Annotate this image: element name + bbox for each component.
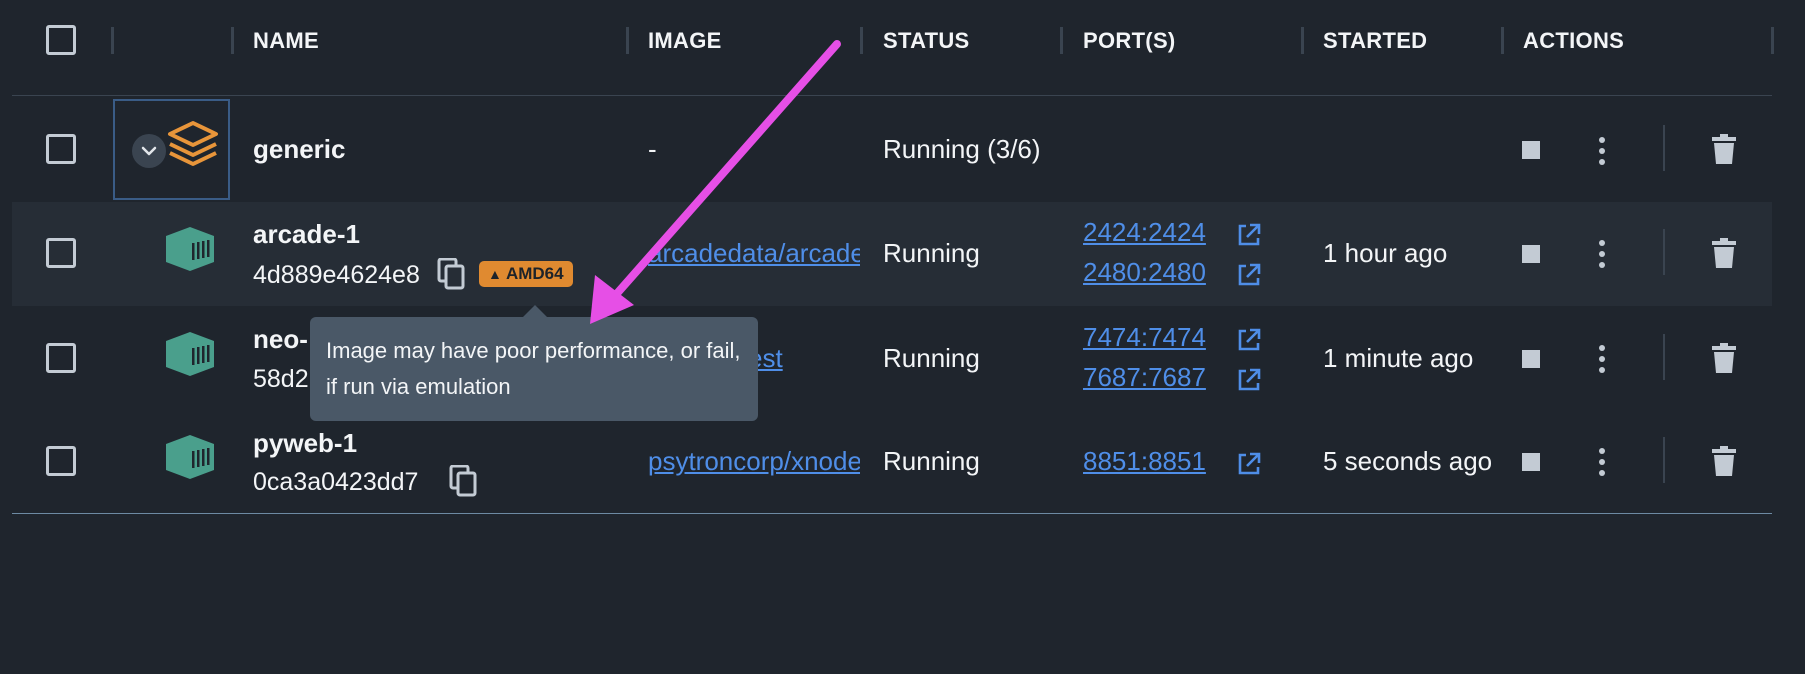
annotation-arrow xyxy=(590,40,841,324)
